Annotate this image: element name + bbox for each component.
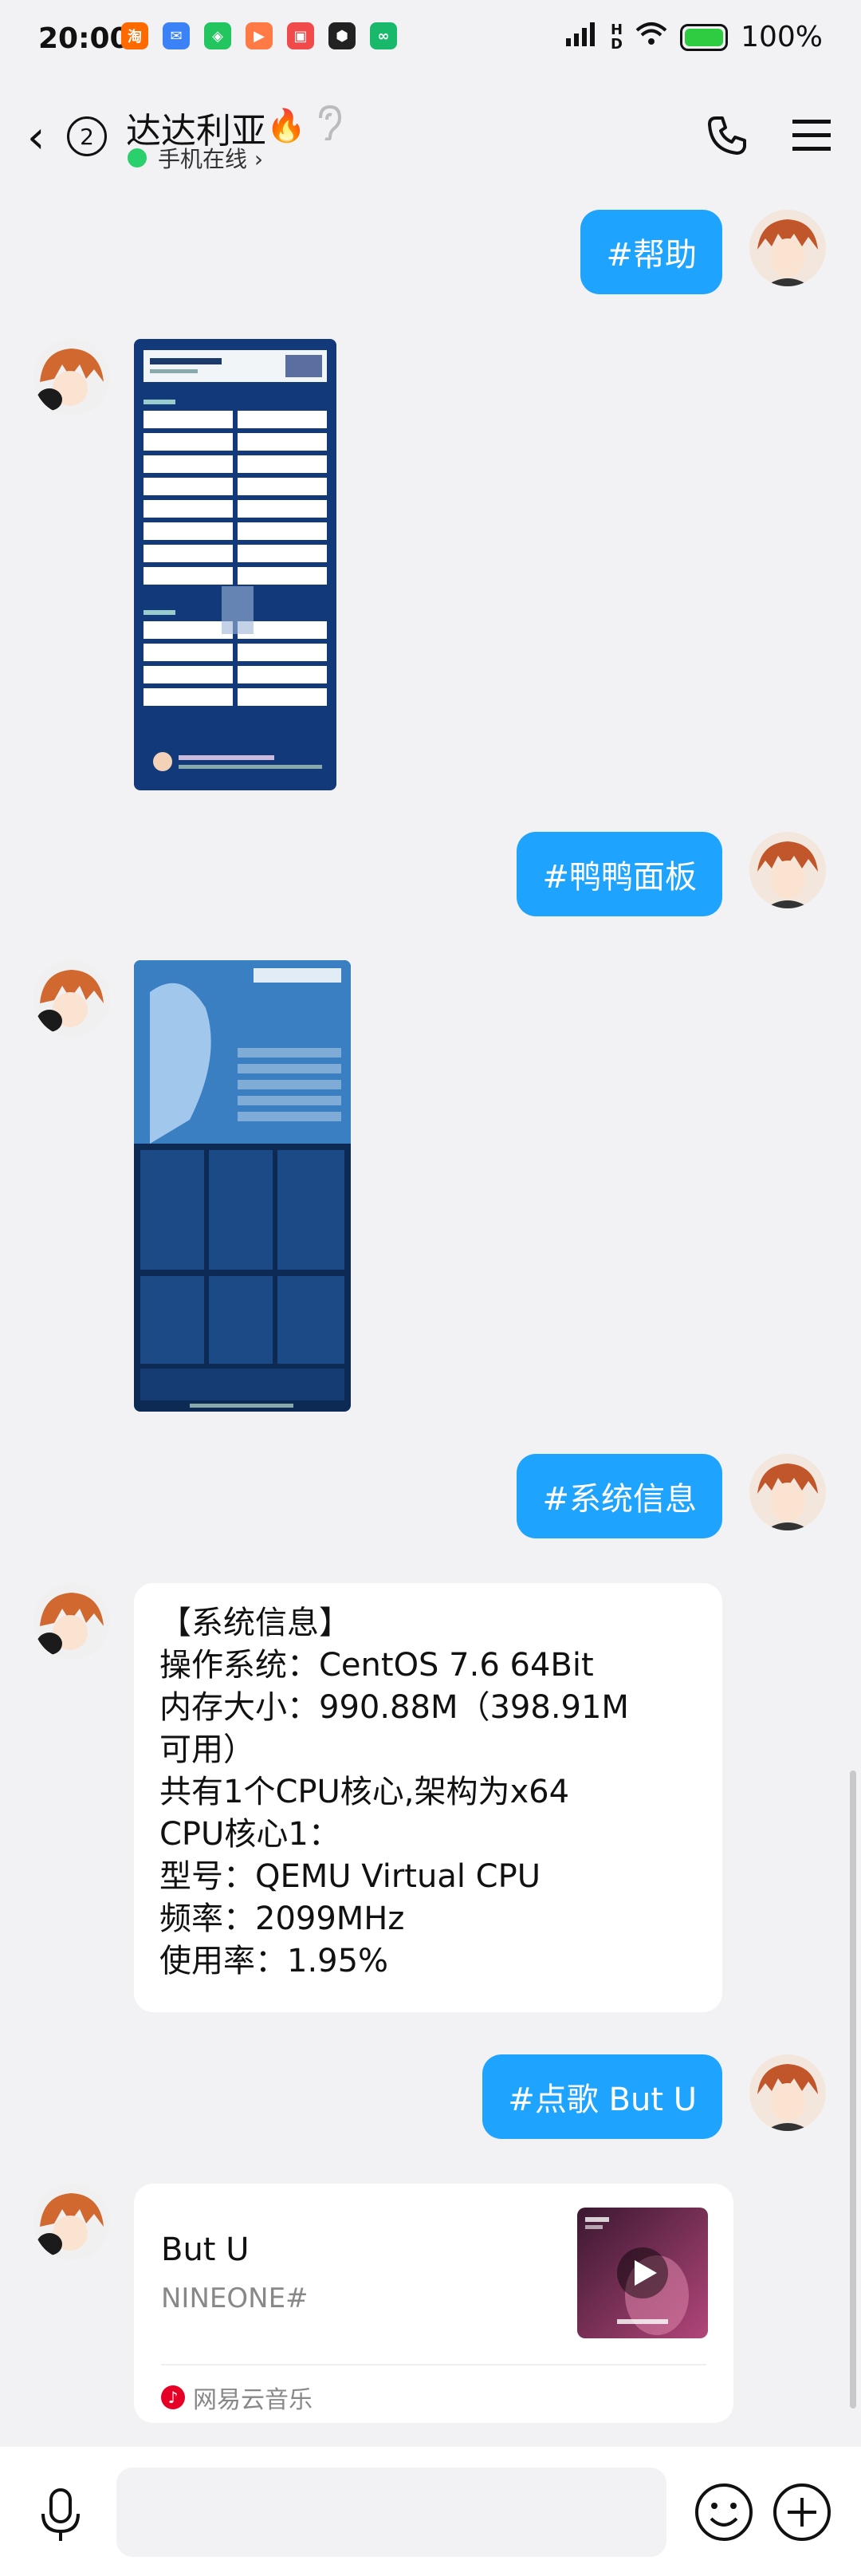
fire-icon: 🔥 [266, 108, 306, 144]
emoji-icon[interactable] [694, 2482, 754, 2546]
sysinfo-reply-text: 【系统信息】 操作系统：CentOS 7.6 64Bit 内存大小：990.88… [159, 1605, 629, 1979]
ear-icon[interactable] [316, 104, 343, 148]
character-panel-image[interactable] [134, 960, 351, 1412]
signal-icon [566, 21, 598, 53]
user-avatar[interactable] [749, 832, 826, 908]
status-app-icons: 淘 ✉ ◈ ▶ ▣ ⬢ ∞ [121, 22, 397, 49]
incoming-message-sysinfo[interactable]: 【系统信息】 操作系统：CentOS 7.6 64Bit 内存大小：990.88… [134, 1583, 722, 2012]
music-share-card[interactable]: But U NINEONE# ♪ 网易云音乐 [134, 2184, 733, 2423]
scrollbar[interactable] [850, 1771, 856, 2409]
microphone-icon[interactable] [37, 2487, 85, 2547]
bot-avatar[interactable] [33, 2184, 110, 2260]
status-time: 20:00 [38, 22, 130, 55]
outgoing-message-song[interactable]: #点歌 But U [482, 2054, 722, 2139]
user-avatar[interactable] [749, 2054, 826, 2131]
menu-icon[interactable] [792, 118, 831, 156]
music-card-divider [161, 2364, 706, 2365]
bot-avatar[interactable] [33, 960, 110, 1037]
music-artist: NINEONE# [161, 2283, 309, 2314]
green-app-icon: ∞ [370, 22, 397, 49]
unread-count-badge[interactable]: 2 [67, 116, 107, 156]
taobao-icon: 淘 [121, 22, 148, 49]
help-menu-image[interactable] [134, 339, 336, 790]
outgoing-message-panel[interactable]: #鸭鸭面板 [517, 832, 722, 916]
bot-avatar[interactable] [33, 339, 110, 416]
status-indicators: HD 100% [566, 21, 823, 53]
music-source-label: 网易云音乐 [193, 2386, 313, 2414]
netease-music-icon: ♪ [161, 2385, 185, 2409]
music-title: But U [161, 2231, 250, 2268]
mail-icon: ✉ [163, 22, 190, 49]
hd-icon: HD [611, 21, 623, 53]
online-status-dot [128, 148, 147, 167]
user-avatar[interactable] [749, 210, 826, 286]
message-input[interactable] [116, 2468, 666, 2557]
back-button[interactable]: ‹ [27, 112, 45, 163]
red-app-icon: ▣ [287, 22, 314, 49]
wifi-icon [635, 21, 667, 53]
outgoing-message-help[interactable]: #帮助 [580, 210, 722, 294]
music-source-row: ♪ 网易云音乐 [161, 2380, 313, 2415]
outgoing-message-sysinfo[interactable]: #系统信息 [517, 1454, 722, 1538]
game-app-icon: ⬢ [328, 22, 356, 49]
album-cover[interactable] [577, 2208, 708, 2338]
phone-call-icon[interactable] [705, 113, 749, 161]
bot-avatar[interactable] [33, 1583, 110, 1660]
battery-icon [680, 23, 729, 51]
video-app-icon: ▶ [246, 22, 273, 49]
user-avatar[interactable] [749, 1454, 826, 1530]
shield-app-icon: ◈ [204, 22, 231, 49]
battery-percent: 100% [741, 21, 823, 53]
online-status-text[interactable]: 手机在线 › [158, 142, 263, 174]
add-attachment-icon[interactable] [772, 2482, 832, 2546]
